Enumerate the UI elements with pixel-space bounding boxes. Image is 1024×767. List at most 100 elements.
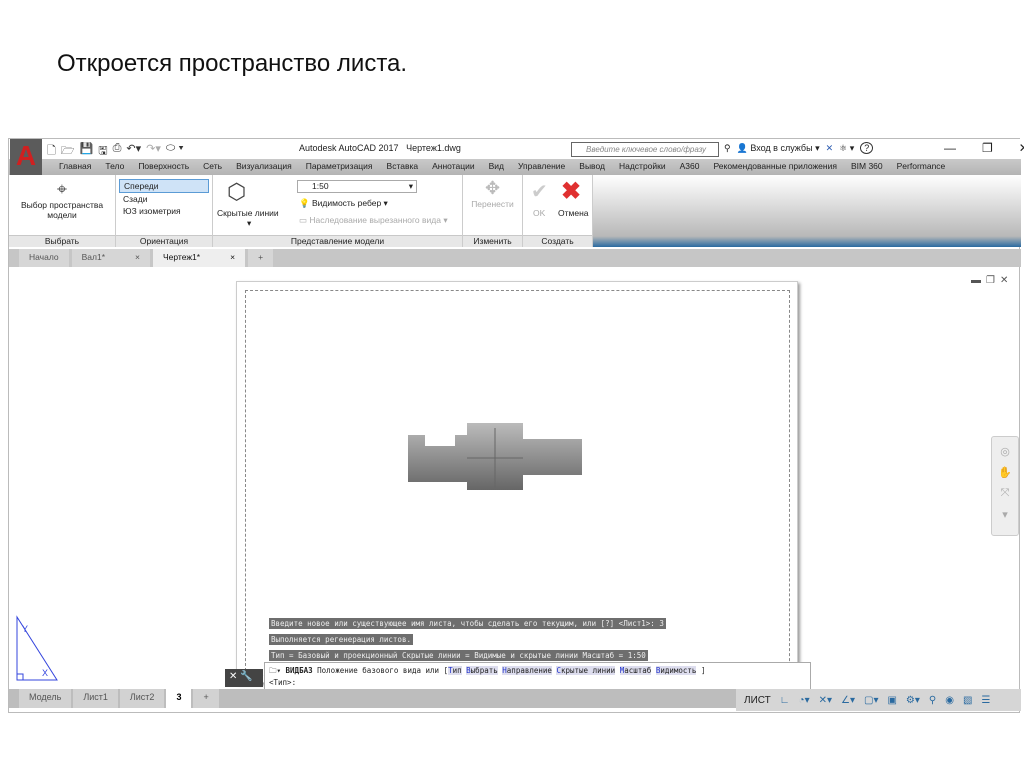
snap-icon[interactable]: ◔▾	[799, 695, 810, 706]
customize-icon[interactable]: ☰	[981, 695, 990, 706]
ribbon-tab[interactable]: A360	[673, 159, 707, 175]
close-button[interactable]: ✕	[1019, 141, 1024, 155]
ucs-icon: YX	[14, 614, 64, 686]
isodraft-icon[interactable]: ∠▾	[841, 695, 855, 706]
close-tab-icon[interactable]: ×	[230, 252, 235, 267]
app-title: Autodesk AutoCAD 2017 Чертеж1.dwg	[299, 143, 461, 153]
command-input[interactable]: <Тип>:	[269, 678, 806, 687]
restore-drawing-icon[interactable]: ❐	[986, 275, 995, 286]
file-tab-label: Начало	[29, 252, 59, 262]
ok-button[interactable]: OK	[533, 208, 545, 218]
command-option[interactable]: Выбрать	[466, 666, 498, 675]
autocad-window: 🗋 🗁 💾 🖫 ⎙ ↶▾ ↷▾ ⬭ ▾ Autodesk AutoCAD 2017 Черте…	[8, 138, 1024, 713]
edge-visibility-button[interactable]: 💡 Видимость ребер ▾	[299, 198, 388, 209]
close-tab-icon[interactable]: ×	[135, 252, 140, 267]
svg-text:X: X	[42, 668, 48, 678]
base-view-drawing[interactable]	[405, 420, 585, 495]
connect-icon[interactable]: ⚛ ▾	[839, 143, 854, 154]
title-bar: 🗋 🗁 💾 🖫 ⎙ ↶▾ ↷▾ ⬭ ▾ Autodesk AutoCAD 2017 Черте…	[9, 139, 1024, 159]
orientation-item[interactable]: ЮЗ изометрия	[119, 205, 209, 217]
new-tab-button[interactable]: +	[248, 249, 274, 267]
cancel-button[interactable]: Отмена	[558, 208, 589, 218]
close-icon[interactable]: ✕	[229, 671, 237, 682]
ribbon-tab[interactable]: Тело	[98, 159, 131, 175]
ribbon-tab[interactable]: Вывод	[572, 159, 612, 175]
ribbon-tab[interactable]: Performance	[890, 159, 953, 175]
status-bar: ЛИСТ ∟ ◔▾ ✕▾ ∠▾ ▢▾ ▣ ⚙▾ ⚲ ◉ ▧ ☰	[736, 689, 1021, 711]
search-input[interactable]: Введите ключевое слово/фразу	[571, 142, 719, 157]
help-button[interactable]: ?	[860, 142, 874, 154]
option-rest: идимость	[660, 666, 697, 675]
ribbon-tab[interactable]: Рекомендованные приложения	[706, 159, 843, 175]
layout-tab[interactable]: Лист2	[119, 689, 165, 708]
file-tab[interactable]: Вал1* ×	[71, 249, 150, 267]
command-option[interactable]: Масштаб	[619, 666, 652, 675]
restore-button[interactable]: ❐	[982, 141, 993, 155]
command-history-line: Тип = Базовый и проекционный Скрытые лин…	[269, 650, 648, 661]
crosshair-icon: ⌖	[56, 179, 68, 199]
ribbon-tab[interactable]: BIM 360	[844, 159, 890, 175]
move-icon: ✥	[484, 178, 501, 198]
move-button[interactable]: Перенести	[463, 199, 522, 209]
polar-icon[interactable]: ✕▾	[819, 695, 832, 706]
hidden-lines-button[interactable]: Скрытые линии ▾	[217, 208, 279, 229]
scale-dropdown[interactable]: 1:50 ▾	[297, 180, 417, 193]
ribbon: ⌖ Выбор пространства модели Выбрать Спер…	[9, 175, 1021, 247]
file-tab[interactable]: Чертеж1* ×	[153, 249, 246, 267]
minimize-button[interactable]: —	[944, 141, 956, 155]
space-toggle[interactable]: ЛИСТ	[744, 695, 771, 706]
nav-menu-icon[interactable]: ▾	[1002, 508, 1008, 521]
new-layout-button[interactable]: +	[193, 689, 219, 708]
ribbon-tab[interactable]: Надстройки	[612, 159, 673, 175]
command-option[interactable]: Тип	[448, 666, 462, 675]
option-rest: асштаб	[624, 666, 652, 675]
layout-tab[interactable]: Модель	[19, 689, 72, 708]
zoom-icon[interactable]: ⤧	[1001, 487, 1010, 500]
ribbon-tab[interactable]: Поверхность	[131, 159, 196, 175]
layout-tab[interactable]: Лист1	[73, 689, 118, 708]
ribbon-tab[interactable]: Вставка	[380, 159, 426, 175]
panel-label: Ориентация	[116, 235, 212, 247]
ribbon-tab[interactable]: Управление	[511, 159, 572, 175]
layout-tabs: Модель Лист1 Лист2 3 +	[9, 689, 739, 708]
app-menu-logo[interactable]: A	[10, 139, 42, 175]
command-option[interactable]: Скрытые линии	[556, 666, 616, 675]
pan-hand-icon[interactable]: ✋	[998, 466, 1012, 479]
minimize-drawing-icon[interactable]: ▬	[971, 275, 981, 286]
ribbon-tab[interactable]: Сеть	[196, 159, 229, 175]
orientation-item[interactable]: Сзади	[119, 193, 209, 205]
command-option[interactable]: Видимость	[655, 666, 697, 675]
model-space-button[interactable]: Выбор пространства модели	[9, 200, 115, 220]
ribbon-tab[interactable]: Параметризация	[299, 159, 380, 175]
ribbon-tab[interactable]: Визуализация	[229, 159, 299, 175]
annotation-icon[interactable]: ▣	[887, 695, 896, 706]
ribbon-tab[interactable]: Аннотации	[425, 159, 482, 175]
layout-tab[interactable]: 3	[166, 689, 192, 708]
orientation-list[interactable]: Спереди Сзади ЮЗ изометрия	[119, 179, 209, 217]
fullscreen-icon[interactable]: ▧	[963, 695, 972, 706]
command-option[interactable]: Направление	[502, 666, 552, 675]
close-drawing-icon[interactable]: ✕	[1000, 275, 1008, 286]
exchange-icon[interactable]: ✕	[826, 143, 834, 154]
hardware-icon[interactable]: ◉	[945, 695, 954, 706]
panel-model-view: ⬡ Скрытые линии ▾ 1:50 ▾ 💡 Видимость ребер…	[213, 175, 463, 247]
isolate-icon[interactable]: ⚲	[929, 695, 936, 706]
command-line-handle[interactable]: ✕ 🔧	[225, 669, 263, 687]
command-history-line: Введите новое или существующее имя листа…	[269, 618, 666, 629]
inherit-section-button[interactable]: ▭ Наследование вырезанного вида ▾	[299, 215, 448, 226]
signin-button[interactable]: 👤 Вход в службы ▾	[737, 143, 820, 154]
ribbon-tab[interactable]: Вид	[482, 159, 511, 175]
steering-wheel-icon[interactable]: ◎	[1000, 445, 1010, 458]
panel-label: Создать	[523, 235, 592, 247]
wrench-icon[interactable]: 🔧	[240, 671, 252, 682]
binoculars-icon[interactable]: ⚲	[724, 143, 731, 154]
file-tab[interactable]: Начало	[19, 249, 69, 267]
workspace-gear-icon[interactable]: ⚙▾	[906, 695, 920, 706]
ribbon-tabs: Главная Тело Поверхность Сеть Визуализация Па…	[9, 159, 1021, 175]
osnap-icon[interactable]: ▢▾	[864, 695, 878, 706]
orientation-item[interactable]: Спереди	[119, 179, 209, 193]
ribbon-tab[interactable]: Главная	[52, 159, 98, 175]
grid-icon[interactable]: ∟	[780, 695, 790, 706]
command-line[interactable]: 🗀▾ ВИДБАЗ Положение базового вида или [Т…	[264, 662, 811, 690]
option-rest: крытые линии	[560, 666, 616, 675]
